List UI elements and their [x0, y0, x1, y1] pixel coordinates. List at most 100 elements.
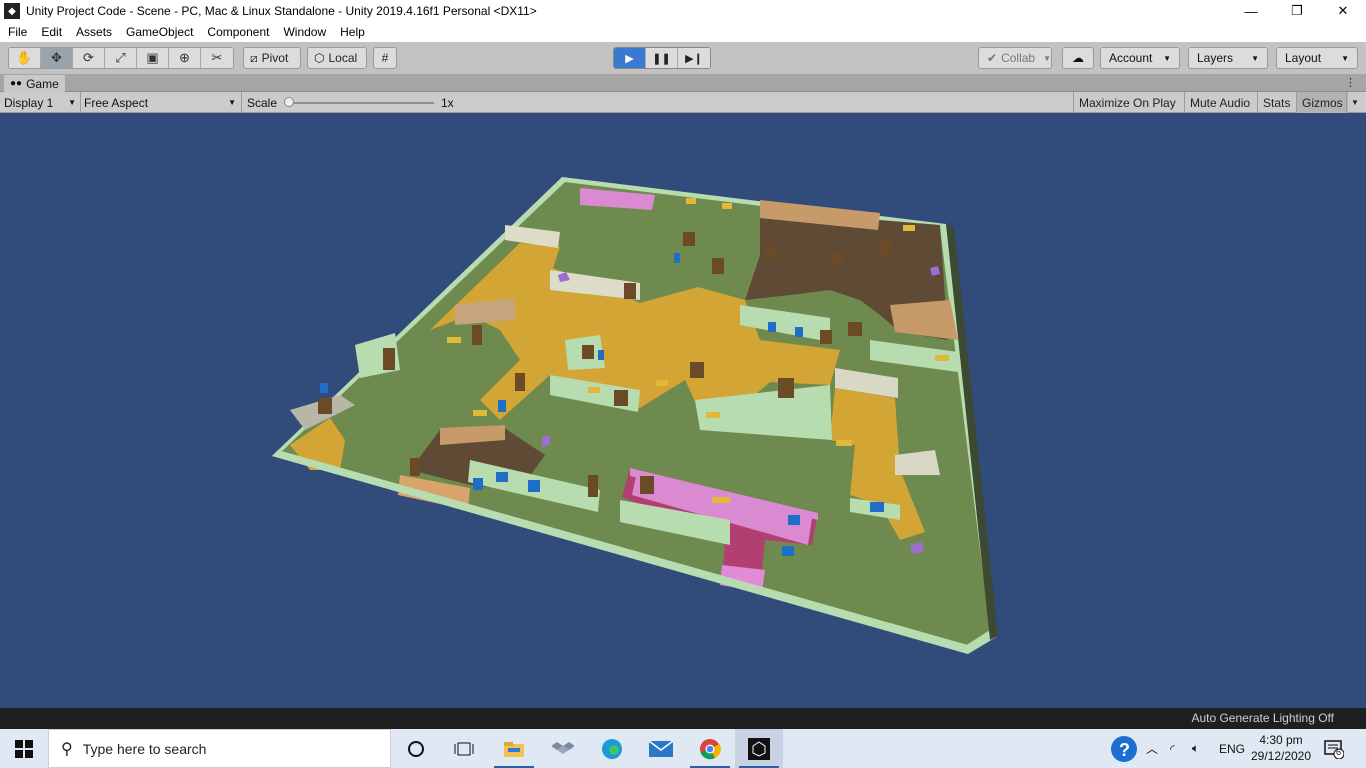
cortana-icon[interactable]: [392, 729, 440, 768]
minimize-button[interactable]: —: [1228, 0, 1274, 22]
window-controls: — ❐ ✕: [1228, 0, 1366, 22]
transform-tool-icon[interactable]: ⊕: [169, 48, 201, 68]
pivot-toggle[interactable]: ⧄ Pivot: [243, 47, 301, 69]
play-controls: ▶ ❚❚ ▶❙: [613, 47, 711, 69]
start-button[interactable]: [0, 729, 48, 768]
layout-dropdown[interactable]: Layout ▼: [1276, 47, 1358, 69]
clock-time: 4:30 pm: [1259, 733, 1303, 747]
aspect-label: Free Aspect: [84, 95, 149, 110]
mail-icon[interactable]: [637, 729, 685, 768]
gizmos-toggle[interactable]: Gizmos: [1296, 92, 1348, 113]
display-dropdown[interactable]: Display 1 ▼: [4, 94, 78, 111]
pivot-icon: ⧄: [250, 50, 258, 65]
gizmos-dropdown-icon[interactable]: ▼: [1346, 92, 1363, 113]
display-label: Display 1: [4, 95, 54, 110]
pivot-label: Pivot: [261, 51, 289, 65]
play-button[interactable]: ▶: [614, 48, 646, 68]
gamepad-icon: ●●: [10, 78, 23, 89]
chrome-icon[interactable]: [686, 729, 734, 768]
collab-check-icon: ✔: [987, 51, 998, 65]
notification-count: 6: [1336, 747, 1342, 757]
cloud-button[interactable]: ☁: [1062, 47, 1094, 69]
scale-tool-icon[interactable]: ⤢: [105, 48, 137, 68]
account-dropdown[interactable]: Account ▼: [1100, 47, 1180, 69]
menu-gameobject[interactable]: GameObject: [118, 25, 199, 39]
step-button[interactable]: ▶❙: [678, 48, 710, 68]
menu-assets[interactable]: Assets: [68, 25, 118, 39]
scale-slider-track[interactable]: [288, 102, 434, 104]
mute-audio-toggle[interactable]: Mute Audio: [1184, 92, 1255, 113]
stats-toggle[interactable]: Stats: [1257, 92, 1295, 113]
taskbar-search[interactable]: ⚲ Type here to search: [48, 729, 391, 768]
building-scene: [272, 177, 998, 654]
cloud-icon: ☁: [1072, 51, 1084, 65]
collab-label: Collab: [1001, 51, 1036, 65]
clock-date: 29/12/2020: [1250, 749, 1312, 763]
pause-button[interactable]: ❚❚: [646, 48, 678, 68]
transform-tools: ✋ ✥ ⟳ ⤢ ▣ ⊕ ✂: [8, 47, 234, 69]
maximize-button[interactable]: ❐: [1274, 0, 1320, 22]
menu-file[interactable]: File: [0, 25, 33, 39]
hand-tool-icon[interactable]: ✋: [9, 48, 41, 68]
game-view-toolbar: Display 1 ▼ Free Aspect ▼ Scale 1x Maxim…: [0, 92, 1366, 113]
volume-icon[interactable]: 🔈︎: [1192, 729, 1199, 768]
dropbox-icon[interactable]: [539, 729, 587, 768]
grid-icon: #: [381, 51, 389, 65]
scale-label: Scale: [247, 95, 278, 110]
unity-taskbar-icon[interactable]: [735, 729, 783, 768]
account-label: Account: [1109, 51, 1153, 65]
menu-bar: File Edit Assets GameObject Component Wi…: [0, 22, 1366, 42]
notification-center-icon[interactable]: 6: [1324, 729, 1344, 768]
chevron-down-icon: ▼: [1163, 53, 1171, 63]
rotate-tool-icon[interactable]: ⟳: [73, 48, 105, 68]
show-hidden-icons-icon[interactable]: ︿: [1146, 729, 1158, 768]
chevron-down-icon: ▼: [1043, 53, 1052, 63]
menu-edit[interactable]: Edit: [33, 25, 68, 39]
svg-text:?: ?: [1119, 740, 1130, 760]
help-icon[interactable]: ?: [1110, 729, 1138, 768]
local-label: Local: [328, 51, 358, 65]
chevron-down-icon: ▼: [228, 98, 236, 107]
chevron-down-icon: ▼: [1251, 53, 1259, 63]
menu-help[interactable]: Help: [332, 25, 371, 39]
collab-dropdown[interactable]: ✔ Collab ▼: [978, 47, 1052, 69]
window-title: Unity Project Code - Scene - PC, Mac & L…: [26, 4, 537, 18]
chevron-down-icon: ▼: [68, 98, 76, 107]
scale-slider-handle[interactable]: [284, 97, 294, 107]
file-explorer-icon[interactable]: [490, 729, 538, 768]
menu-window[interactable]: Window: [275, 25, 332, 39]
task-view-icon[interactable]: [440, 729, 488, 768]
layout-label: Layout: [1285, 51, 1322, 65]
divider: [241, 92, 242, 113]
layers-dropdown[interactable]: Layers ▼: [1188, 47, 1268, 69]
local-icon: ⬡: [314, 51, 325, 65]
rect-tool-icon[interactable]: ▣: [137, 48, 169, 68]
custom-tool-icon[interactable]: ✂: [201, 48, 233, 68]
taskbar: ⚲ Type here to search ? ︿ ◜ 🔈︎ ENG 4:30 …: [0, 729, 1366, 768]
grid-snap-button[interactable]: #: [373, 47, 397, 69]
network-icon[interactable]: ◜: [1170, 729, 1175, 768]
lighting-status: Auto Generate Lighting Off: [1191, 711, 1334, 725]
chevron-down-icon: ▼: [1341, 53, 1349, 63]
tab-game-label: Game: [26, 76, 59, 91]
search-placeholder: Type here to search: [82, 740, 207, 757]
status-bar: Auto Generate Lighting Off: [0, 708, 1366, 729]
game-viewport[interactable]: [0, 113, 1366, 708]
main-toolbar: ✋ ✥ ⟳ ⤢ ▣ ⊕ ✂ ⧄ Pivot ⬡ Local # ▶ ❚❚ ▶❙ …: [0, 42, 1366, 74]
divider: [80, 92, 81, 113]
aspect-dropdown[interactable]: Free Aspect ▼: [84, 94, 238, 111]
unity-logo-icon: ◆: [4, 3, 20, 19]
edge-browser-icon[interactable]: [588, 729, 636, 768]
clock[interactable]: 4:30 pm 29/12/2020: [1248, 732, 1314, 764]
windows-icon: [15, 739, 33, 758]
close-button[interactable]: ✕: [1320, 0, 1366, 22]
menu-component[interactable]: Component: [199, 25, 275, 39]
tab-game[interactable]: ●● Game: [4, 75, 65, 92]
language-indicator[interactable]: ENG: [1219, 729, 1245, 768]
scale-value: 1x: [441, 95, 454, 110]
move-tool-icon[interactable]: ✥: [41, 48, 73, 68]
local-toggle[interactable]: ⬡ Local: [307, 47, 367, 69]
tab-menu-icon[interactable]: ⋮: [1345, 76, 1356, 89]
game-tab-bar: ●● Game ⋮: [0, 74, 1366, 92]
maximize-on-play-toggle[interactable]: Maximize On Play: [1073, 92, 1181, 113]
